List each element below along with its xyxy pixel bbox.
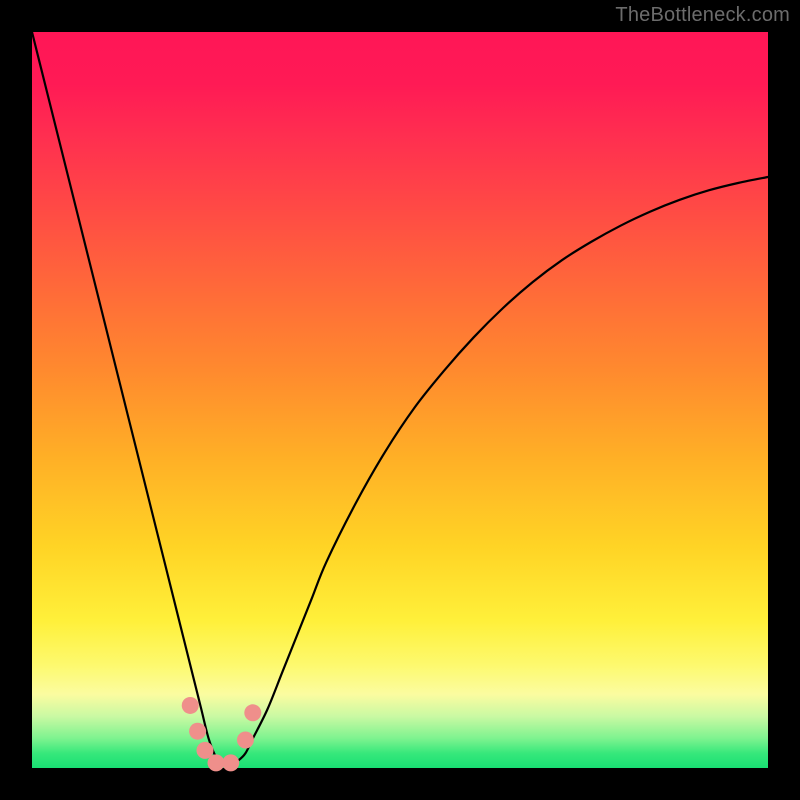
- chart-svg: [32, 32, 768, 768]
- marker-dot: [189, 723, 206, 740]
- marker-group: [182, 697, 262, 771]
- chart-frame: TheBottleneck.com: [0, 0, 800, 800]
- marker-dot: [244, 704, 261, 721]
- marker-dot: [208, 754, 225, 771]
- watermark-text: TheBottleneck.com: [615, 4, 790, 27]
- plot-area: [32, 32, 768, 768]
- marker-dot: [222, 754, 239, 771]
- marker-dot: [237, 732, 254, 749]
- bottleneck-curve: [32, 32, 768, 765]
- marker-dot: [182, 697, 199, 714]
